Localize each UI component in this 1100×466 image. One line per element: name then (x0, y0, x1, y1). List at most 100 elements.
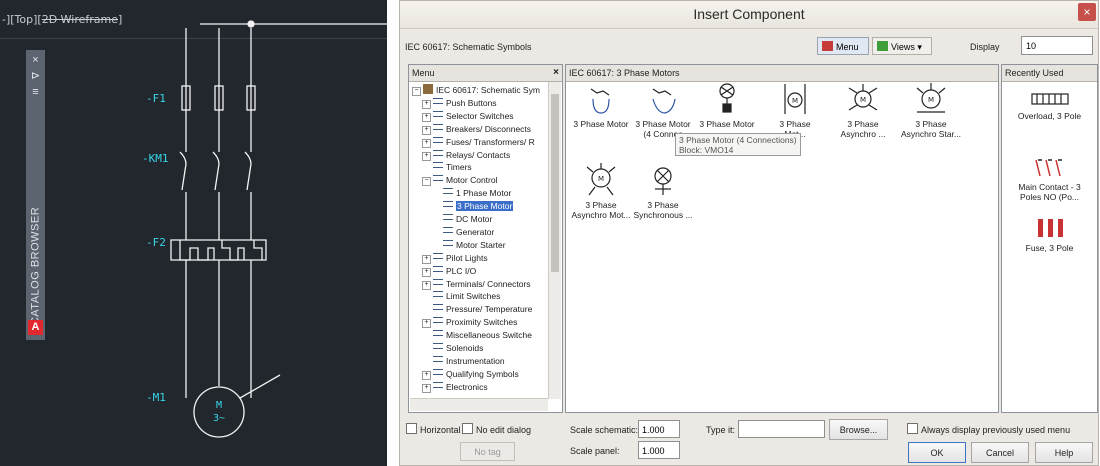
tree-item-label: Terminals/ Connectors (446, 278, 531, 289)
component-3-phase-motor[interactable]: 3 Phase Motor (568, 85, 634, 129)
component-3-phase-asynchro[interactable]: M 3 Phase Asynchro ... (830, 82, 896, 139)
tree-item-label: Pilot Lights (446, 252, 488, 263)
expand-icon[interactable]: + (422, 280, 431, 290)
cancel-button[interactable]: Cancel (971, 442, 1029, 463)
scale-panel-input[interactable]: 1.000 (638, 441, 680, 459)
category-icon (433, 136, 443, 143)
component-grid-header: IEC 60617: 3 Phase Motors (566, 65, 998, 82)
tree-item[interactable]: + Push Buttons (422, 97, 497, 110)
collapse-icon[interactable]: − (412, 87, 421, 96)
tree-item-label: Solenoids (446, 343, 484, 353)
dialog-titlebar[interactable]: Insert Component × (400, 1, 1098, 29)
expand-icon[interactable]: + (422, 112, 431, 122)
collapse-icon[interactable]: − (422, 177, 431, 187)
tree-close-icon[interactable]: × (553, 65, 559, 81)
component-3-phase-asynchro-mot[interactable]: M 3 Phase Asynchro Mot... (568, 163, 634, 220)
tree-item[interactable]: DC Motor (432, 213, 492, 226)
tree-item[interactable]: − Motor Control (422, 174, 498, 187)
tooltip-block-name: Block: VMO14 (679, 145, 734, 155)
scale-schematic-label: Scale schematic: (570, 425, 639, 435)
tree-item[interactable]: + Relays/ Contacts (422, 149, 510, 162)
tree-item[interactable]: + Qualifying Symbols (422, 368, 519, 381)
tree-horizontal-scrollbar[interactable] (410, 398, 548, 411)
recently-used-header: Recently Used (1002, 65, 1097, 82)
tree-item[interactable]: + Proximity Switches (422, 316, 517, 329)
cad-drawing-area[interactable]: -][Top][2D Wireframe] -F1 -KM1 -F2 -M1 M… (0, 0, 387, 466)
palette-pin-icon[interactable]: ⊳ (26, 68, 45, 84)
ok-button[interactable]: OK (908, 442, 966, 463)
tree-item[interactable]: 3 Phase Motor (432, 200, 514, 213)
component-3-phase-synchronous[interactable]: 3 Phase Synchronous ... (630, 163, 696, 220)
tree-item[interactable]: + Terminals/ Connectors (422, 278, 531, 291)
tree-item-label: Generator (456, 226, 495, 237)
always-display-checkbox[interactable]: Always display previously used menu (907, 423, 1070, 435)
tree-item[interactable]: Generator (432, 226, 494, 239)
tree-item[interactable]: + Selector Switches (422, 110, 514, 123)
tree-item[interactable]: + Electronics (422, 381, 488, 394)
tree-item[interactable]: + Breakers/ Disconnects (422, 123, 531, 136)
scale-schematic-input[interactable]: 1.000 (638, 420, 680, 438)
component-3-phase-motor-4-conn[interactable]: 3 Phase Motor (4 Connec (630, 85, 696, 139)
views-dropdown-button[interactable]: Views ▾ (872, 37, 932, 55)
expand-icon[interactable]: + (422, 370, 431, 380)
category-icon (433, 317, 443, 324)
no-tag-button[interactable]: No tag (460, 442, 515, 461)
help-button[interactable]: Help (1035, 442, 1093, 463)
tree-vertical-scrollbar[interactable] (548, 82, 561, 399)
tree-item-label: Miscellaneous Switche (446, 330, 532, 341)
component-3-phase-motor-alt[interactable]: 3 Phase Motor (694, 82, 760, 129)
no-edit-dialog-checkbox[interactable]: No edit dialog (462, 423, 531, 435)
checkbox-box[interactable] (907, 423, 918, 434)
type-it-input[interactable] (738, 420, 825, 438)
recent-fuse-3-pole[interactable]: Fuse, 3 Pole (1002, 217, 1097, 253)
checkbox-box[interactable] (406, 423, 417, 434)
tree-scroll-thumb[interactable] (551, 94, 559, 272)
tree-item[interactable]: − IEC 60617: Schematic Sym (412, 84, 540, 97)
tree-item[interactable]: Miscellaneous Switche (422, 329, 532, 342)
menu-tree-pane: Menu × − IEC 60617: Schematic Sym + Push But… (408, 64, 563, 413)
component-label-line1: 3 Phase (647, 200, 679, 210)
tree-item[interactable]: + Pilot Lights (422, 252, 488, 265)
horizontal-checkbox[interactable]: Horizontal (406, 423, 461, 435)
tree-item-label: 1 Phase Motor (456, 188, 512, 199)
expand-icon[interactable]: + (422, 138, 431, 148)
palette-close-icon[interactable]: × (26, 52, 45, 68)
category-icon (433, 368, 443, 375)
expand-icon[interactable]: + (422, 267, 431, 277)
component-3-phase-mot[interactable]: M 3 Phase Mot... (762, 82, 828, 139)
checkbox-box[interactable] (462, 423, 473, 434)
browse-button[interactable]: Browse... (829, 419, 888, 440)
expand-icon[interactable]: + (422, 319, 431, 329)
component-label-line2: Asynchro Star... (901, 129, 961, 139)
tree-item-label: Pressure/ Temperature (446, 304, 533, 315)
tree-item[interactable]: Motor Starter (432, 239, 506, 252)
palette-properties-icon[interactable]: ≡ (26, 84, 45, 100)
expand-icon[interactable]: + (422, 99, 431, 109)
expand-icon[interactable]: + (422, 383, 431, 393)
expand-icon[interactable]: + (422, 125, 431, 135)
catalog-browser-palette[interactable]: × ⊳ ≡ CATALOG BROWSER A (26, 50, 45, 340)
tree-item[interactable]: Timers (422, 161, 472, 174)
menu-toggle-button[interactable]: Menu (817, 37, 869, 55)
tree-item[interactable]: 1 Phase Motor (432, 187, 511, 200)
recent-main-contact[interactable]: Main Contact - 3 Poles NO (Po... (1002, 158, 1097, 202)
expand-icon[interactable]: + (422, 151, 431, 161)
tree-item[interactable]: Limit Switches (422, 290, 500, 303)
expand-icon[interactable]: + (422, 254, 431, 264)
component-3-phase-asynchro-star[interactable]: M 3 Phase Asynchro Star... (898, 82, 964, 139)
recent-overload-3-pole[interactable]: Overload, 3 Pole (1002, 91, 1097, 121)
type-it-label: Type it: (706, 425, 736, 435)
category-icon (433, 123, 443, 130)
component-label-line1: 3 Phase Motor (573, 119, 629, 129)
motor-terminal-icon (719, 83, 735, 113)
tree-item[interactable]: + PLC I/O (422, 265, 476, 278)
tree-item[interactable]: Solenoids (422, 342, 483, 355)
motor-symbol-icon (590, 88, 610, 114)
component-label-line2: Asynchro ... (840, 129, 886, 139)
close-icon[interactable]: × (1078, 3, 1096, 21)
tree-item[interactable]: Pressure/ Temperature (422, 303, 532, 316)
category-icon (433, 304, 443, 311)
tree-item[interactable]: + Fuses/ Transformers/ R (422, 136, 535, 149)
tree-item[interactable]: Instrumentation (422, 355, 505, 368)
display-count-input[interactable]: 10 (1021, 36, 1093, 55)
